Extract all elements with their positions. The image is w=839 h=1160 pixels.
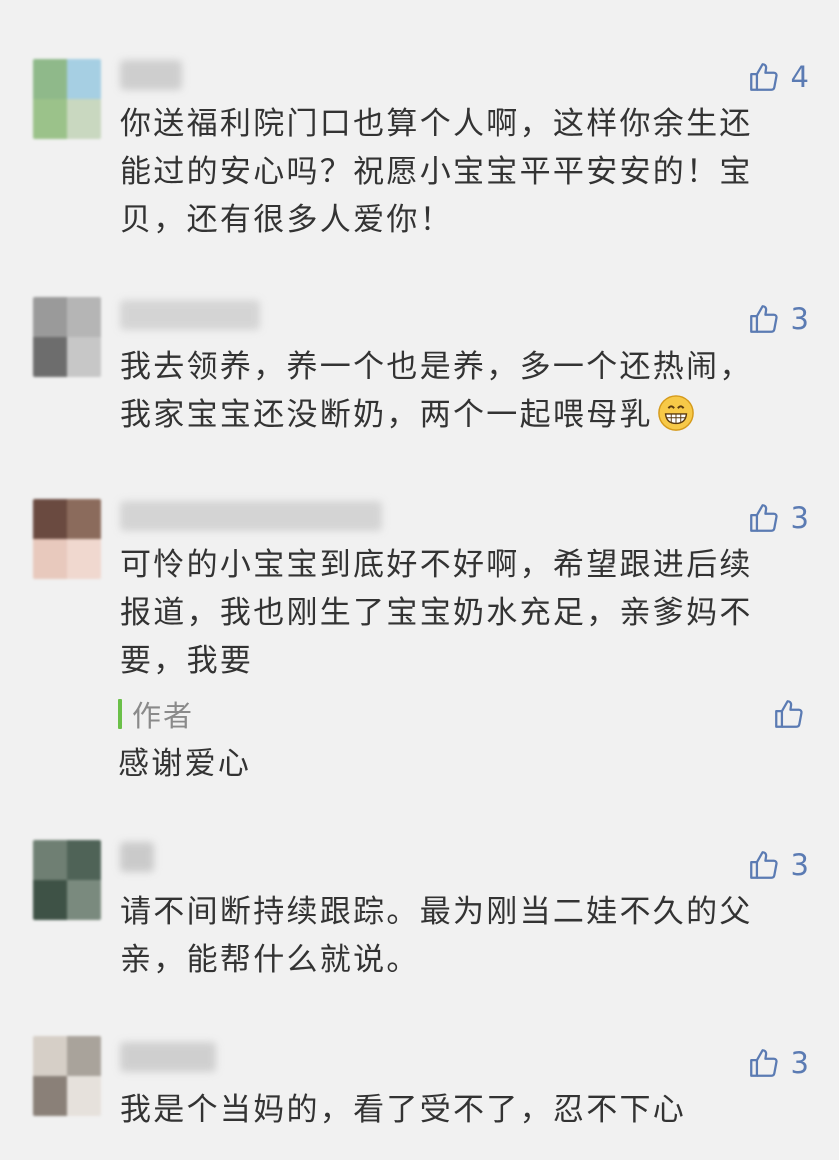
like-button[interactable]: 3: [747, 848, 809, 882]
author-reply-label: 作者: [118, 697, 194, 733]
avatar[interactable]: [33, 297, 101, 377]
comment-text: 我是个当妈的，看了受不了，忍不下心: [120, 1092, 687, 1128]
avatar[interactable]: [33, 499, 101, 579]
username-blurred[interactable]: [120, 501, 382, 531]
thumbs-up-icon: [772, 697, 806, 731]
like-button[interactable]: 4: [747, 60, 809, 94]
author-reply-text: 感谢爱心: [118, 746, 252, 782]
comment-text: 我去领养，养一个也是养，多一个还热闹， 我家宝宝还没断奶，两个一起喂母乳: [120, 343, 800, 439]
like-button[interactable]: 3: [747, 302, 809, 336]
like-count: 3: [790, 302, 809, 336]
username-blurred[interactable]: [120, 1042, 216, 1072]
username-blurred[interactable]: [120, 300, 260, 330]
like-count: 3: [790, 848, 809, 882]
username-blurred[interactable]: [120, 60, 182, 90]
comment-text: 请不间断持续跟踪。最为刚当二娃不久的父 亲，能帮什么就说。: [120, 894, 753, 978]
thumbs-up-icon: [747, 1046, 781, 1080]
thumbs-up-icon: [747, 848, 781, 882]
reply-like-button[interactable]: [772, 697, 806, 731]
like-count: 3: [790, 501, 809, 535]
comment-text: 你送福利院门口也算个人啊，这样你余生还 能过的安心吗？祝愿小宝宝平平安安的！宝 …: [120, 106, 753, 238]
username-blurred[interactable]: [120, 842, 154, 872]
author-label: 作者: [132, 699, 195, 733]
thumbs-up-icon: [747, 302, 781, 336]
comment-text: 可怜的小宝宝到底好不好啊，希望跟进后续 报道，我也刚生了宝宝奶水充足，亲爹妈不 …: [120, 547, 753, 679]
avatar[interactable]: [33, 59, 101, 139]
avatar[interactable]: [33, 840, 101, 920]
like-count: 4: [790, 60, 809, 94]
like-count: 3: [790, 1046, 809, 1080]
like-button[interactable]: 3: [747, 1046, 809, 1080]
avatar[interactable]: [33, 1036, 101, 1116]
grinning-face-emoji: [657, 394, 695, 432]
thumbs-up-icon: [747, 60, 781, 94]
like-button[interactable]: 3: [747, 501, 809, 535]
author-accent-bar: [118, 699, 122, 729]
thumbs-up-icon: [747, 501, 781, 535]
